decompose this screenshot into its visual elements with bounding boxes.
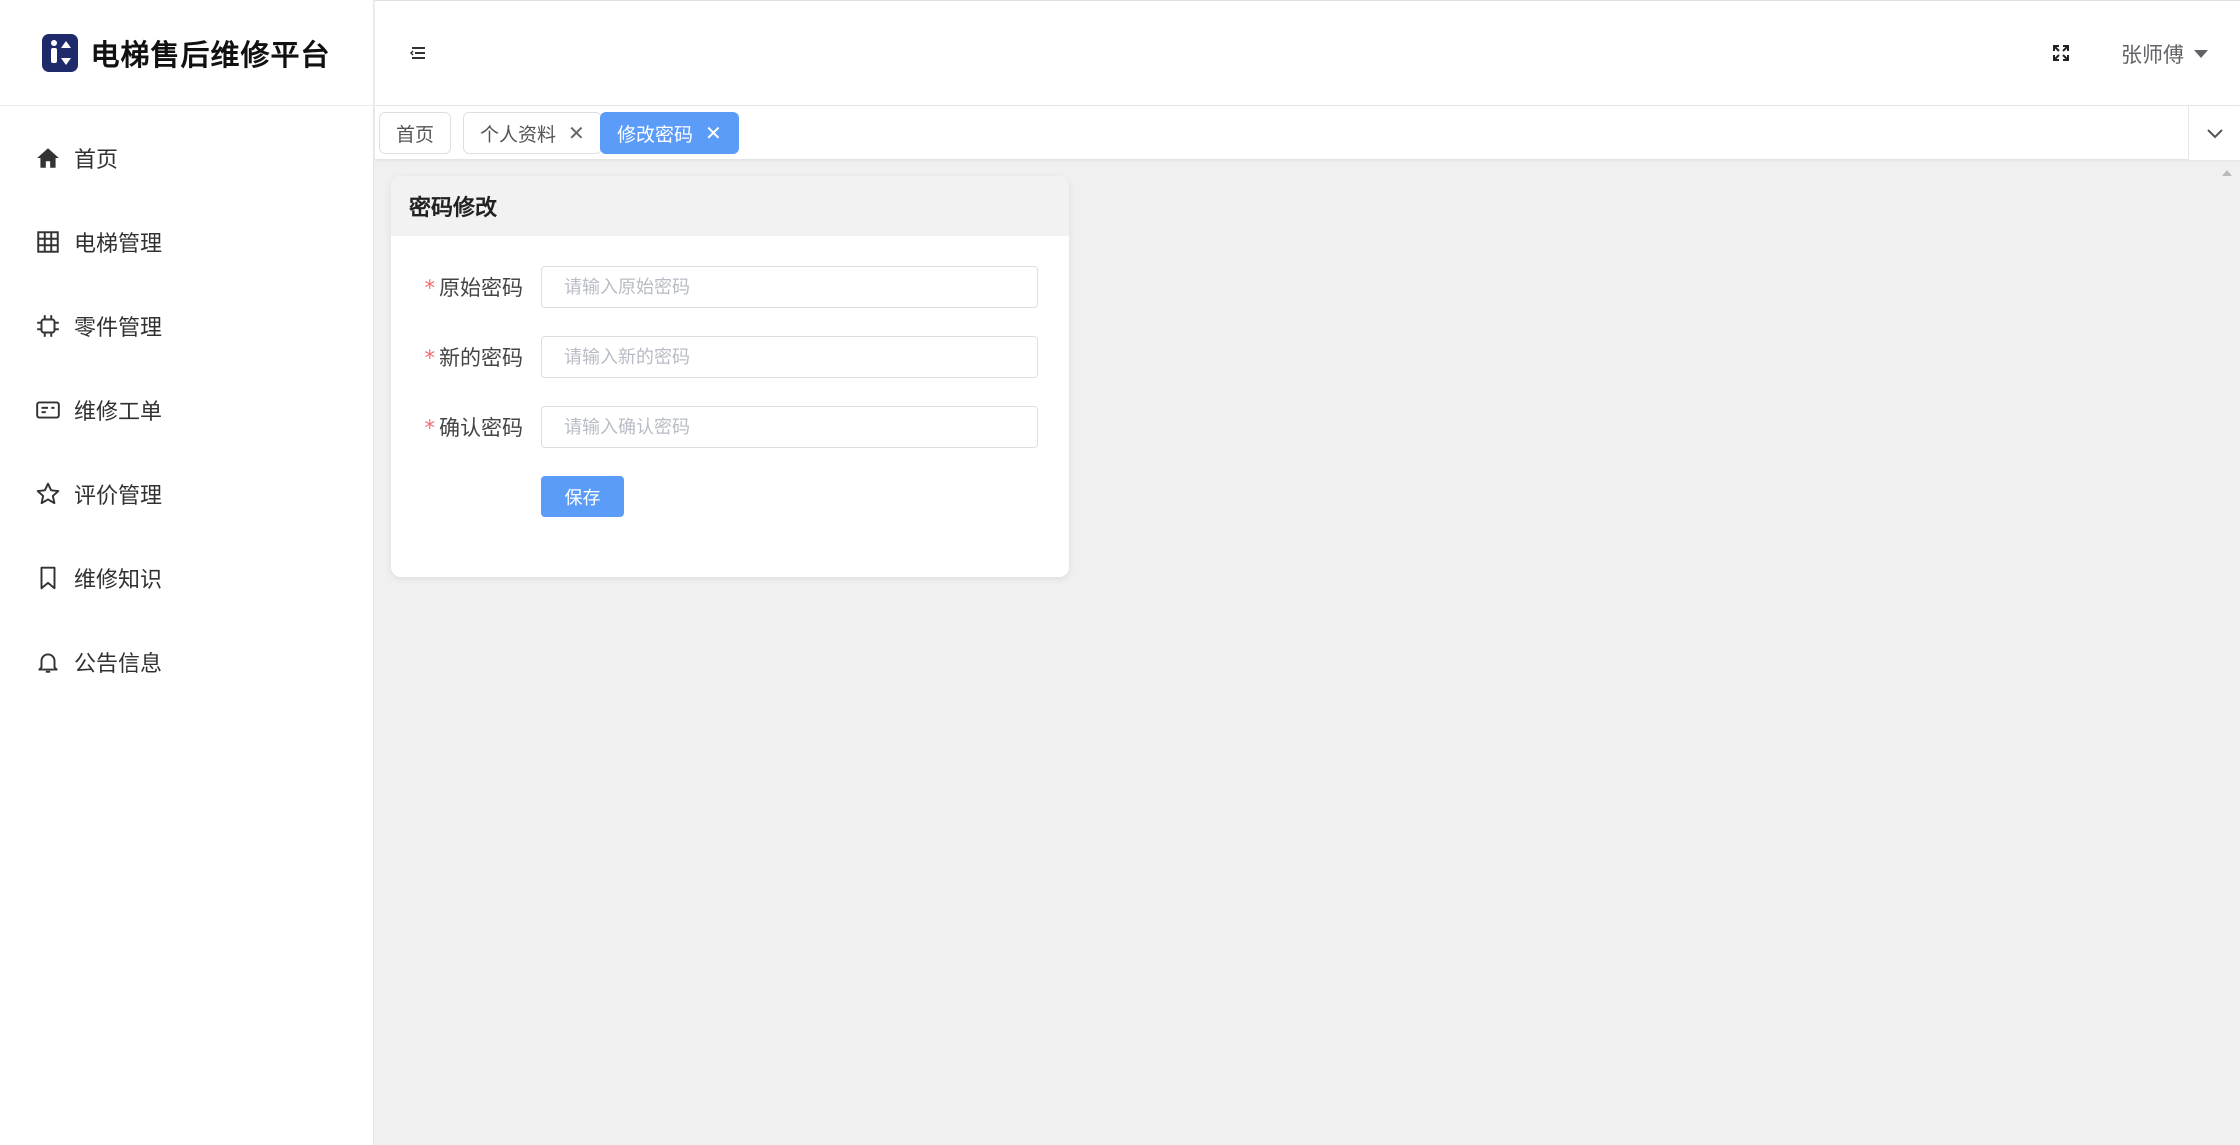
sidebar-item-label: 零件管理 — [74, 316, 163, 341]
sidebar-item-label: 公告信息 — [74, 652, 163, 677]
sidebar-item-label: 电梯管理 — [74, 232, 163, 257]
sidebar-item-announcements[interactable]: 公告信息 — [0, 620, 373, 704]
tabs-more-dropdown[interactable] — [2188, 106, 2240, 160]
tab-label: 个人资料 — [480, 123, 557, 146]
ticket-icon — [34, 396, 62, 424]
form-row-new-password: * 新的密码 — [391, 336, 1069, 378]
caret-down-icon — [2194, 50, 2208, 58]
user-menu[interactable]: 张师傅 — [2121, 39, 2208, 69]
tab-label: 首页 — [396, 123, 435, 146]
sidebar-item-label: 首页 — [74, 148, 119, 173]
confirm-password-input[interactable] — [541, 406, 1038, 448]
new-password-input[interactable] — [541, 336, 1038, 378]
field-label: 确认密码 — [439, 416, 523, 440]
card-title: 密码修改 — [391, 176, 1069, 236]
confirm-password-label: * 确认密码 — [391, 412, 541, 442]
bell-icon — [34, 648, 62, 676]
user-name: 张师傅 — [2121, 43, 2184, 67]
required-mark: * — [424, 346, 436, 370]
grid-icon — [34, 228, 62, 256]
form-row-confirm-password: * 确认密码 — [391, 406, 1069, 448]
sidebar-item-elevators[interactable]: 电梯管理 — [0, 200, 373, 284]
chevron-down-icon — [2206, 129, 2223, 139]
chip-icon — [34, 312, 62, 340]
brand: 电梯售后维修平台 — [0, 0, 373, 106]
required-mark: * — [424, 416, 436, 440]
home-icon — [34, 144, 62, 172]
old-password-input[interactable] — [541, 266, 1038, 308]
elevator-logo-icon — [42, 33, 79, 72]
close-icon[interactable]: ✕ — [705, 123, 722, 143]
field-label: 新的密码 — [439, 346, 523, 370]
sidebar-item-label: 维修知识 — [74, 568, 163, 593]
form-row-old-password: * 原始密码 — [391, 266, 1069, 308]
sidebar-menu: 首页 电梯管理 零件管理 维修工单 评价管理 维修知识 公告信息 — [0, 106, 373, 704]
sidebar: 电梯售后维修平台 首页 电梯管理 零件管理 维修工单 评价管理 维修知识 公告信… — [0, 0, 374, 1145]
field-label: 原始密码 — [439, 276, 523, 300]
bookmark-icon — [34, 564, 62, 592]
tab-label: 修改密码 — [617, 123, 694, 146]
close-icon[interactable]: ✕ — [568, 123, 585, 143]
old-password-label: * 原始密码 — [391, 272, 541, 302]
sidebar-item-label: 维修工单 — [74, 400, 163, 425]
tab-change-password[interactable]: 修改密码 ✕ — [600, 112, 739, 154]
sidebar-item-label: 评价管理 — [74, 484, 163, 509]
sidebar-item-work-orders[interactable]: 维修工单 — [0, 368, 373, 452]
tabs-bar: 首页 个人资料 ✕ 修改密码 ✕ — [375, 106, 2240, 160]
star-icon — [34, 480, 62, 508]
menu-toggle-icon[interactable] — [408, 43, 428, 63]
new-password-label: * 新的密码 — [391, 342, 541, 372]
top-header: 张师傅 — [375, 0, 2240, 106]
fullscreen-icon[interactable] — [2050, 42, 2072, 64]
sidebar-item-home[interactable]: 首页 — [0, 116, 373, 200]
password-card: 密码修改 * 原始密码 * 新的密码 * 确认密码 保存 — [391, 176, 1069, 577]
required-mark: * — [424, 276, 436, 300]
tab-profile[interactable]: 个人资料 ✕ — [463, 112, 602, 154]
sidebar-item-parts[interactable]: 零件管理 — [0, 284, 373, 368]
tab-home[interactable]: 首页 — [379, 112, 452, 154]
save-button[interactable]: 保存 — [541, 476, 624, 517]
scroll-up-arrow-icon[interactable] — [2222, 170, 2232, 176]
app-title: 电梯售后维修平台 — [90, 37, 331, 72]
sidebar-item-knowledge[interactable]: 维修知识 — [0, 536, 373, 620]
password-form: * 原始密码 * 新的密码 * 确认密码 保存 — [391, 236, 1069, 517]
sidebar-item-reviews[interactable]: 评价管理 — [0, 452, 373, 536]
